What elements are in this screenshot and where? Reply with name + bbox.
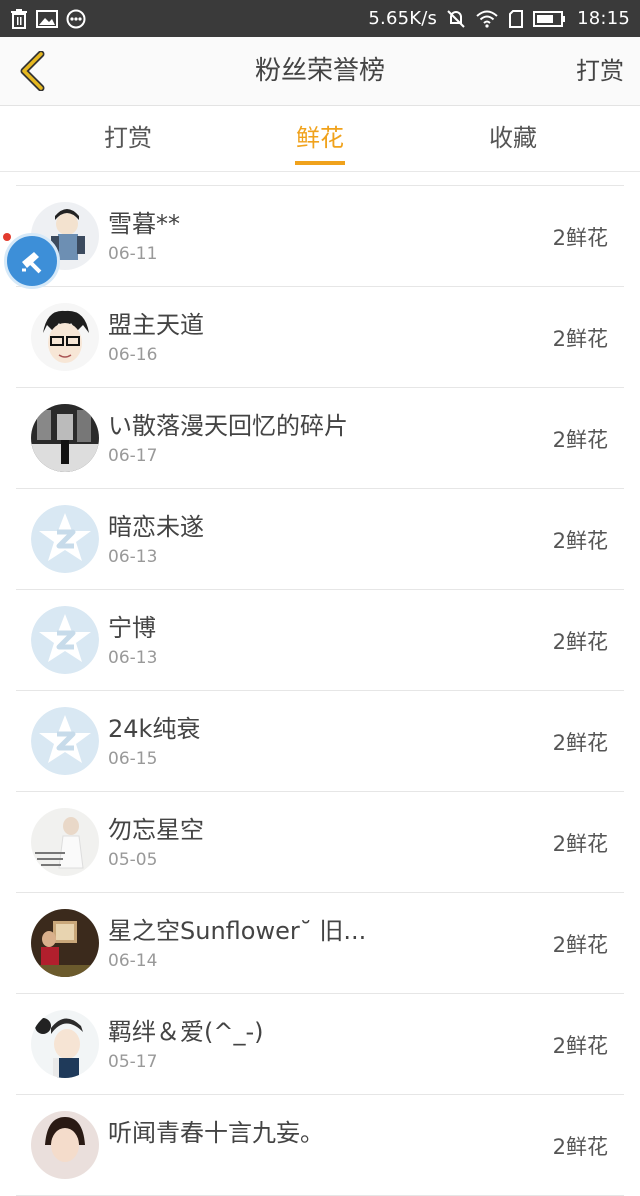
image-icon xyxy=(36,9,58,28)
gift-count: 2鲜花 xyxy=(552,327,608,351)
gift-count: 2鲜花 xyxy=(552,1034,608,1058)
list-item[interactable]: 星之空Sunflower˘ 旧... 06-14 2鲜花 xyxy=(16,893,624,994)
mute-icon xyxy=(447,9,465,29)
more-icon xyxy=(66,9,86,29)
trash-icon xyxy=(10,8,28,29)
gift-count: 2鲜花 xyxy=(552,832,608,856)
list-item[interactable]: 宁博 06-13 2鲜花 xyxy=(16,590,624,691)
fan-name: 盟主天道 xyxy=(108,311,204,339)
floating-assistant-button[interactable] xyxy=(4,233,60,289)
gift-count: 2鲜花 xyxy=(552,226,608,250)
list-item[interactable]: い散落漫天回忆的碎片 06-17 2鲜花 xyxy=(16,388,624,489)
sim-icon xyxy=(509,9,524,28)
gift-date: 05-05 xyxy=(108,850,158,870)
list-item[interactable]: 盟主天道 06-16 2鲜花 xyxy=(16,287,624,388)
gift-date: 06-13 xyxy=(108,648,158,668)
fan-name: 宁博 xyxy=(108,614,156,642)
fan-name: 雪暮** xyxy=(108,210,180,238)
avatar xyxy=(31,303,99,371)
avatar xyxy=(31,1111,99,1179)
avatar xyxy=(31,808,99,876)
gift-date: 06-13 xyxy=(108,547,158,567)
fan-name: い散落漫天回忆的碎片 xyxy=(108,412,348,440)
tab-reward[interactable]: 打赏 xyxy=(68,106,188,171)
page-title: 粉丝荣誉榜 xyxy=(254,56,385,86)
fan-name: 听闻青春十言九妄。 xyxy=(108,1119,324,1147)
gift-date: 06-16 xyxy=(108,345,158,365)
gift-count: 2鲜花 xyxy=(552,630,608,654)
list-item[interactable]: 暗恋未遂 06-13 2鲜花 xyxy=(16,489,624,590)
clock: 18:15 xyxy=(577,8,630,29)
fan-name: 星之空Sunflower˘ 旧... xyxy=(108,917,367,945)
gift-count: 2鲜花 xyxy=(552,428,608,452)
fan-name: 羁绊＆爱(^_-) xyxy=(108,1018,264,1046)
gift-date: 06-14 xyxy=(108,951,158,971)
default-avatar-icon xyxy=(31,505,99,573)
fan-ranking-list: 雪暮** 06-11 2鲜花 盟主天道 06-16 2鲜花 い散落漫天回忆的碎片… xyxy=(16,185,624,1196)
status-bar: 5.65K/s 18:15 xyxy=(0,0,640,37)
avatar xyxy=(31,404,99,472)
gift-date: 06-15 xyxy=(108,749,158,769)
wifi-icon xyxy=(475,10,499,28)
notification-dot xyxy=(3,233,11,241)
app-header: 粉丝荣誉榜 打赏 xyxy=(0,37,640,106)
gift-count: 2鲜花 xyxy=(552,933,608,957)
list-item[interactable]: 24k纯衰 06-15 2鲜花 xyxy=(16,691,624,792)
hammer-icon xyxy=(22,252,42,274)
network-speed: 5.65K/s xyxy=(368,8,438,29)
gift-count: 2鲜花 xyxy=(552,1135,608,1159)
reward-button[interactable]: 打赏 xyxy=(576,37,624,105)
gift-date: 06-17 xyxy=(108,446,158,466)
default-avatar-icon xyxy=(31,606,99,674)
default-avatar-icon xyxy=(31,707,99,775)
list-item[interactable]: 雪暮** 06-11 2鲜花 xyxy=(16,186,624,287)
tab-favorites[interactable]: 收藏 xyxy=(453,106,573,171)
list-item[interactable]: 听闻青春十言九妄。 2鲜花 xyxy=(16,1095,624,1196)
gift-date: 05-17 xyxy=(108,1052,158,1072)
avatar xyxy=(31,1010,99,1078)
fan-name: 勿忘星空 xyxy=(108,816,204,844)
list-item[interactable]: 羁绊＆爱(^_-) 05-17 2鲜花 xyxy=(16,994,624,1095)
fan-name: 暗恋未遂 xyxy=(108,513,204,541)
gift-count: 2鲜花 xyxy=(552,529,608,553)
gift-count: 2鲜花 xyxy=(552,731,608,755)
avatar xyxy=(31,909,99,977)
fan-name: 24k纯衰 xyxy=(108,715,201,743)
active-tab-indicator xyxy=(295,161,345,165)
list-item[interactable]: 勿忘星空 05-05 2鲜花 xyxy=(16,792,624,893)
gift-date: 06-11 xyxy=(108,244,158,264)
battery-icon xyxy=(533,10,567,28)
